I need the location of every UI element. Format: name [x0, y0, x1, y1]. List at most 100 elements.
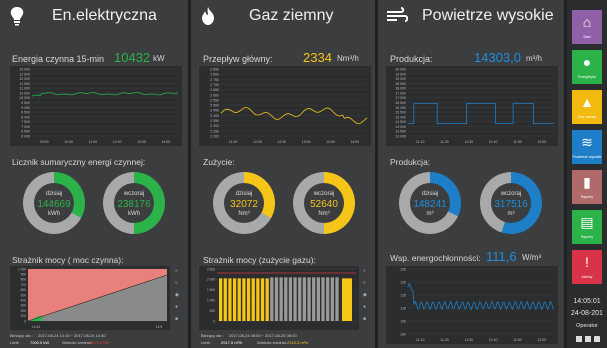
- gas-flow-label: Przepływ główny:: [203, 54, 273, 64]
- x-tick-label: 11:20: [440, 140, 449, 144]
- y-tick-label: 110: [400, 307, 406, 311]
- nav-button-label: Powietrze wysokie: [572, 155, 602, 159]
- x-tick-label: 11:40: [489, 140, 498, 144]
- x-tick-label: 11:30: [465, 140, 474, 144]
- y-tick-label: 15 000: [395, 115, 406, 119]
- y-tick-label: 13 000: [19, 68, 30, 72]
- info-icon[interactable]: ●: [175, 304, 178, 310]
- nav-button-4[interactable]: ▮ Raporty: [572, 170, 602, 204]
- y-tick-label: 2 700: [210, 83, 219, 87]
- y-tick-label: 1 000: [207, 299, 215, 303]
- x-tick-label: 12:00: [253, 140, 262, 144]
- y-tick-label: 10 500: [19, 91, 30, 95]
- save-icon[interactable]: ■: [363, 316, 366, 322]
- flame-icon: ▲: [580, 94, 594, 110]
- gas-bar: [293, 277, 297, 321]
- nav-button-6[interactable]: ! Alarmy: [572, 250, 602, 284]
- air-today-unit: m³: [426, 211, 434, 217]
- y-tick-label: 20 000: [395, 68, 406, 72]
- gas-bar: [232, 278, 237, 321]
- gas-yesterday-value: 52640: [310, 199, 338, 210]
- clock-time: 14:05:01: [573, 298, 601, 305]
- air-counter-title: Produkcja:: [390, 157, 431, 167]
- gas-bar: [284, 277, 288, 321]
- air-yesterday-ring: wczoraj 317516 m³: [480, 172, 542, 234]
- nav-button-2[interactable]: ▲ Gaz ziemny: [572, 90, 602, 124]
- y-tick-label: 9 000: [21, 106, 30, 110]
- gas-limit-label: Limit:: [201, 340, 211, 345]
- lock-icon[interactable]: [594, 336, 600, 342]
- energy-yesterday-unit: kWh: [128, 211, 140, 217]
- y-tick-label: 14 000: [395, 125, 406, 129]
- zoom-out-icon[interactable]: «: [175, 280, 178, 286]
- active-energy-value: 10432: [114, 50, 151, 65]
- y-tick-label: 15 500: [395, 111, 406, 115]
- nav-button-5[interactable]: ▤ Raporty: [572, 210, 602, 244]
- y-tick-label: 600: [21, 288, 27, 292]
- energy-counter-title: Licznik sumaryczny energi czynnej:: [12, 157, 146, 167]
- gas-bar: [279, 277, 283, 321]
- close-icon[interactable]: [585, 336, 591, 342]
- pan-icon[interactable]: ◆: [175, 292, 179, 298]
- x-tick-label: 12:00: [537, 140, 546, 144]
- air-yesterday-unit: m³: [507, 211, 515, 217]
- save-icon[interactable]: ■: [175, 316, 178, 322]
- power-guard-chart: 1 000 900 800 700 600 500 400 300 200 100 0 14:15 14…: [10, 266, 170, 330]
- efficiency-label: Wsp. energochłonności:: [390, 253, 481, 263]
- air-today-value: 148241: [413, 199, 447, 210]
- gas-bar: [246, 278, 251, 321]
- gas-panel: Gaz ziemny Przepływ główny: 2334 Nm³/h 2…: [191, 0, 375, 348]
- energy-panel: En.elektryczna Energia czynna 15-min 104…: [0, 0, 188, 348]
- y-tick-label: 12 500: [19, 72, 30, 76]
- flame-icon: [202, 7, 214, 25]
- nav-button-0[interactable]: ⌂ Start: [572, 10, 602, 44]
- gas-yesterday-unit: Nm³: [318, 211, 330, 217]
- y-tick-label: 2 500: [210, 104, 219, 108]
- gas-usage-title: Zużycie:: [203, 157, 235, 167]
- energy-header: En.elektryczna: [0, 0, 188, 32]
- gas-today-label: dzisiaj: [235, 191, 253, 197]
- home-icon: ⌂: [582, 14, 592, 30]
- y-tick-label: 17 500: [395, 91, 406, 95]
- zoom-in-icon[interactable]: »: [175, 268, 178, 274]
- gas-range-value: 2017-08-24 08:00 ÷ 2017-08-25 08:00: [229, 333, 297, 338]
- y-tick-label: 6 500: [21, 130, 30, 134]
- y-tick-label: 9 500: [21, 101, 30, 105]
- forecast-label: Wartość średnia:: [62, 340, 92, 345]
- gas-bar: [237, 278, 241, 321]
- active-energy-label: Energia czynna 15-min: [12, 54, 105, 64]
- y-tick-label: 900: [21, 273, 27, 277]
- gas-bar: [326, 277, 330, 321]
- pan-icon[interactable]: ◆: [363, 292, 367, 298]
- efficiency-chart: 125 120 115 110 105 100 11:10 11:20 11:30 11:40 11…: [386, 266, 558, 344]
- y-tick-label: 125: [400, 268, 406, 272]
- x-tick-label: 11:10: [416, 140, 425, 144]
- air-production-unit: m³/h: [526, 54, 542, 63]
- x-tick-label: 14:00: [161, 140, 170, 144]
- air-production-label: Produkcja:: [390, 54, 433, 64]
- gas-bar: [265, 278, 269, 321]
- air-production-chart: 20 000 19 500 19 000 18 500 18 000 17 500 17 0…: [386, 66, 558, 146]
- x-tick-label: 09:00: [40, 140, 49, 144]
- nav-button-1[interactable]: ● Energetyka: [572, 50, 602, 84]
- y-tick-label: 16 500: [395, 101, 406, 105]
- range-label: Bieżący okr.:: [10, 333, 33, 338]
- gas-bar: [330, 277, 334, 321]
- minimize-icon[interactable]: [576, 336, 582, 342]
- gas-bar: [312, 277, 316, 321]
- nav-button-3[interactable]: ≋ Powietrze wysokie: [572, 130, 602, 164]
- zoom-in-icon[interactable]: »: [363, 268, 366, 274]
- info-icon[interactable]: ●: [363, 304, 366, 310]
- y-tick-label: 105: [400, 320, 406, 324]
- y-tick-label: 18 500: [395, 82, 406, 86]
- y-tick-label: 10 000: [19, 96, 30, 100]
- gas-bar: [274, 277, 279, 321]
- nav-sidebar: ⌂ Start ● Energetyka ▲ Gaz ziemny ≋ Powietrze w…: [567, 0, 607, 348]
- gas-bar: [298, 277, 302, 321]
- zoom-out-icon[interactable]: «: [363, 280, 366, 286]
- y-tick-label: 8 000: [21, 115, 30, 119]
- y-tick-label: 11 000: [20, 87, 30, 91]
- gas-today-value: 32072: [230, 199, 258, 210]
- gas-forecast-label: Wartość średnia:: [257, 340, 287, 345]
- gas-bar: [223, 278, 227, 321]
